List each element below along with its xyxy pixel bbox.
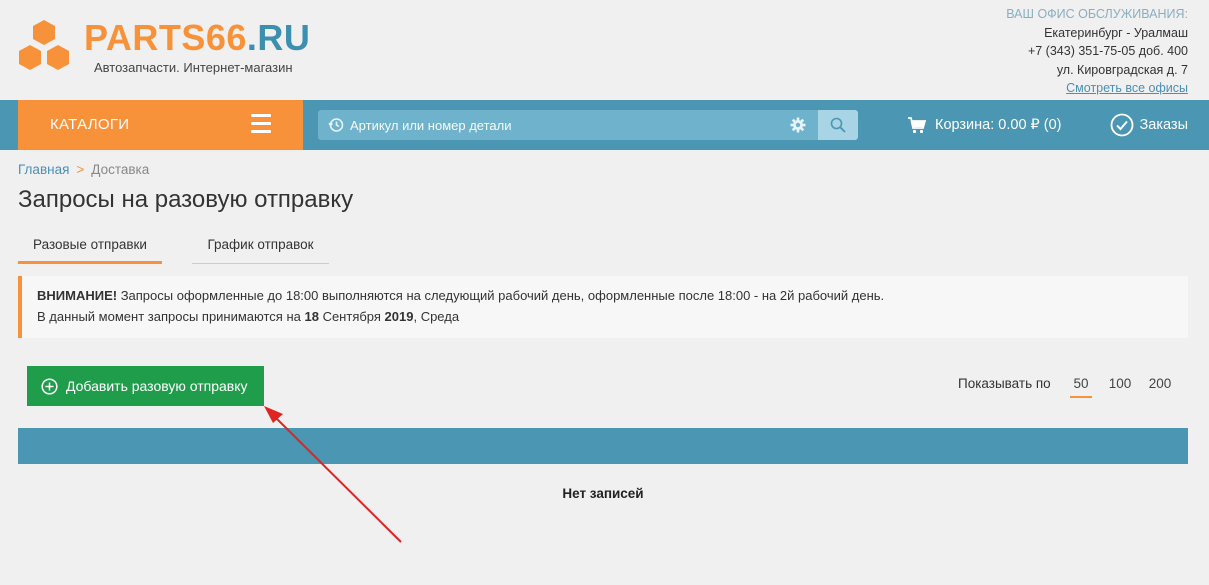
brand-part1: PARTS66 <box>84 17 247 58</box>
notice-alert: ВНИМАНИЕ! Запросы оформленные до 18:00 в… <box>18 276 1188 338</box>
history-icon[interactable] <box>328 117 344 133</box>
search-box <box>318 110 818 140</box>
honeycomb-logo-icon[interactable] <box>16 18 72 76</box>
alert-month: Сентября <box>318 309 385 324</box>
brand-tagline: Автозапчасти. Интернет-магазин <box>94 60 293 75</box>
office-info: ВАШ ОФИС ОБСЛУЖИВАНИЯ: Екатеринбург - Ур… <box>1006 5 1188 98</box>
brand-name[interactable]: PARTS66.RU <box>84 18 310 58</box>
breadcrumb-separator: > <box>76 162 85 177</box>
breadcrumb-current: Доставка <box>91 162 150 177</box>
breadcrumb: Главная > Доставка <box>18 162 149 177</box>
search-input[interactable] <box>350 110 790 140</box>
add-shipment-label: Добавить разовую отправку <box>66 378 248 394</box>
alert-line-1: ВНИМАНИЕ! Запросы оформленные до 18:00 в… <box>37 285 1188 306</box>
plus-circle-icon <box>41 377 58 395</box>
orders-link[interactable]: Заказы <box>1110 113 1188 137</box>
hamburger-icon <box>251 114 271 134</box>
breadcrumb-home[interactable]: Главная <box>18 162 69 177</box>
empty-table-message: Нет записей <box>562 486 644 501</box>
all-offices-link[interactable]: Смотреть все офисы <box>1006 79 1188 98</box>
alert-line-2: В данный момент запросы принимаются на 1… <box>37 306 1188 327</box>
search-button[interactable] <box>818 110 858 140</box>
per-page-option-200[interactable]: 200 <box>1148 376 1172 398</box>
alert-prefix: В данный момент запросы принимаются на <box>37 309 305 324</box>
brand-part2: .RU <box>246 17 311 58</box>
office-city: Екатеринбург - Уралмаш <box>1044 25 1188 40</box>
alert-text-1: Запросы оформленные до 18:00 выполняются… <box>117 288 885 303</box>
add-shipment-button[interactable]: Добавить разовую отправку <box>27 366 264 406</box>
per-page-option-50[interactable]: 50 <box>1070 376 1092 398</box>
catalog-label: КАТАЛОГИ <box>50 116 130 133</box>
per-page-option-100[interactable]: 100 <box>1108 376 1132 398</box>
site-header: PARTS66.RU Автозапчасти. Интернет-магази… <box>0 0 1209 100</box>
page-title: Запросы на разовую отправку <box>18 186 354 213</box>
cart-label: Корзина: 0.00 ₽ (0) <box>935 117 1062 133</box>
per-page-label: Показывать по <box>958 376 1051 391</box>
orders-label: Заказы <box>1139 117 1188 133</box>
alert-date: 18 <box>304 309 319 324</box>
tab-one-time-shipments[interactable]: Разовые отправки <box>18 230 162 264</box>
tab-shipment-schedule[interactable]: График отправок <box>192 230 329 264</box>
search-icon <box>830 117 846 133</box>
table-header <box>18 428 1188 464</box>
gear-icon[interactable] <box>790 117 806 133</box>
alert-weekday: , Среда <box>413 309 460 324</box>
alert-strong: ВНИМАНИЕ! <box>37 288 118 303</box>
cart-link[interactable]: Корзина: 0.00 ₽ (0) <box>907 115 1062 135</box>
office-title: ВАШ ОФИС ОБСЛУЖИВАНИЯ: <box>1006 7 1188 21</box>
office-phone: +7 (343) 351-75-05 доб. 400 <box>1027 44 1188 58</box>
main-navbar: КАТАЛОГИ Артикул или номер детали Корзин… <box>0 100 1209 150</box>
catalog-menu-button[interactable]: КАТАЛОГИ <box>18 100 303 150</box>
cart-icon <box>908 117 927 134</box>
check-circle-icon <box>1110 113 1133 137</box>
alert-year: 2019 <box>384 309 414 324</box>
office-address: ул. Кировградская д. 7 <box>1056 62 1188 77</box>
